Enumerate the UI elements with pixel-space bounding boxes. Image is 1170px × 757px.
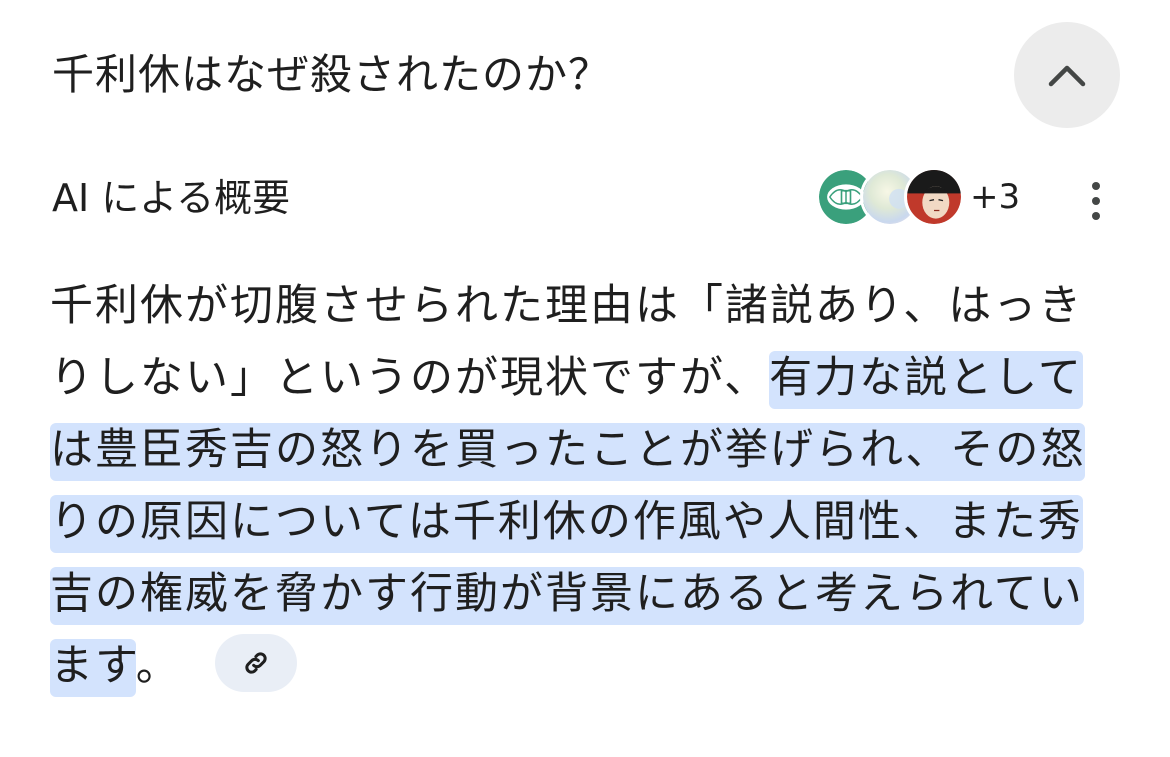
answer-end: 。 (135, 641, 181, 691)
ai-overview-title: AI による概要 (52, 176, 291, 220)
more-options-button[interactable] (1076, 176, 1116, 226)
source-link-button[interactable] (214, 633, 297, 692)
answer-text: 千利休が切腹させられた理由は「諸説あり、はっきりしない」というのが現状ですが、有… (50, 270, 1114, 702)
source-portrait (904, 167, 964, 227)
question-title: 千利休はなぜ殺されたのか？ (52, 50, 612, 99)
collapse-button[interactable] (1014, 22, 1120, 128)
more-sources-count: +3 (970, 177, 1021, 217)
more-vert-icon (1092, 182, 1100, 190)
link-icon (245, 651, 267, 674)
chevron-up-icon (1048, 65, 1086, 87)
source-avatars[interactable]: +3 (816, 164, 1020, 230)
